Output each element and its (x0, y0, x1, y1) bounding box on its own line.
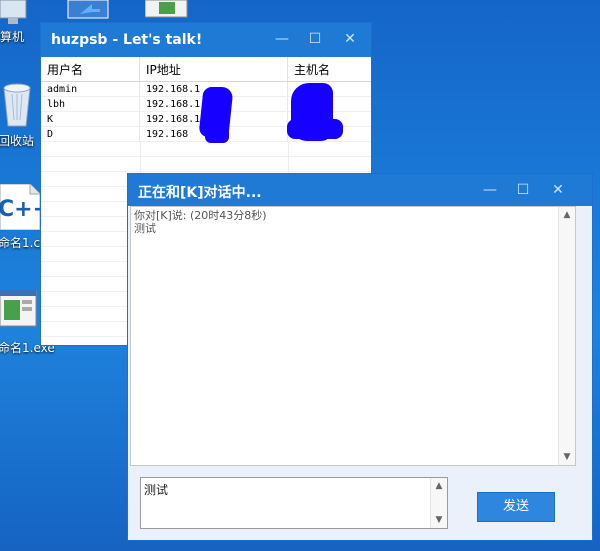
column-header-ip[interactable]: IP地址 (140, 57, 288, 81)
userlist-window-title: huzpsb - Let's talk! (51, 32, 203, 48)
computer-icon[interactable] (0, 0, 30, 28)
scroll-down-icon[interactable]: ▼ (431, 512, 447, 528)
recycle-bin-label: 回收站 (0, 134, 35, 148)
column-header-username[interactable]: 用户名 (41, 57, 140, 81)
user-cell: D (41, 127, 140, 142)
document-icon[interactable] (144, 0, 189, 23)
computer-icon-label: 计算机 (0, 30, 25, 44)
user-cell: K (41, 112, 140, 127)
redaction-mark-ip (205, 127, 229, 143)
chat-log-scrollbar[interactable]: ▲ ▼ (558, 207, 575, 465)
user-cell: lbh (41, 97, 140, 112)
cpp-file-icon[interactable]: C++ (0, 183, 51, 235)
svg-text:C++: C++ (0, 197, 40, 222)
redaction-mark-hostname (287, 119, 343, 139)
exe-file-icon[interactable] (0, 289, 38, 335)
chat-log-message: 测试 (134, 222, 156, 235)
chat-window-title: 正在和[K]对话中... (138, 185, 262, 201)
column-header-hostname[interactable]: 主机名 (288, 57, 371, 81)
chat-window: 正在和[K]对话中... — ☐ ✕ 你对[K]说: (20时43分8秒) 测试… (127, 173, 593, 541)
chat-titlebar[interactable]: 正在和[K]对话中... — ☐ ✕ (128, 174, 592, 206)
minimize-button[interactable]: — (475, 178, 505, 202)
userlist-titlebar[interactable]: huzpsb - Let's talk! — ☐ ✕ (41, 23, 371, 57)
message-input-scrollbar[interactable]: ▲ ▼ (430, 478, 447, 528)
scroll-down-icon[interactable]: ▼ (559, 449, 575, 465)
recycle-bin-icon[interactable] (0, 80, 34, 133)
close-button[interactable]: ✕ (543, 178, 573, 202)
chat-log[interactable]: 你对[K]说: (20时43分8秒) 测试 ▲ ▼ (130, 206, 576, 466)
close-button[interactable]: ✕ (335, 27, 365, 51)
message-input-text: 测试 (144, 483, 169, 497)
scroll-up-icon[interactable]: ▲ (431, 478, 447, 494)
scroll-up-icon[interactable]: ▲ (559, 207, 575, 223)
maximize-button[interactable]: ☐ (508, 178, 538, 202)
message-input[interactable]: 测试 ▲ ▼ (140, 477, 448, 529)
minimize-button[interactable]: — (267, 27, 297, 51)
send-button[interactable]: 发送 (477, 492, 555, 522)
chat-log-header-line: 你对[K]说: (20时43分8秒) (134, 209, 267, 222)
user-table-header: 用户名 IP地址 主机名 (41, 57, 371, 82)
maximize-button[interactable]: ☐ (300, 27, 330, 51)
user-cell: admin (41, 82, 140, 97)
